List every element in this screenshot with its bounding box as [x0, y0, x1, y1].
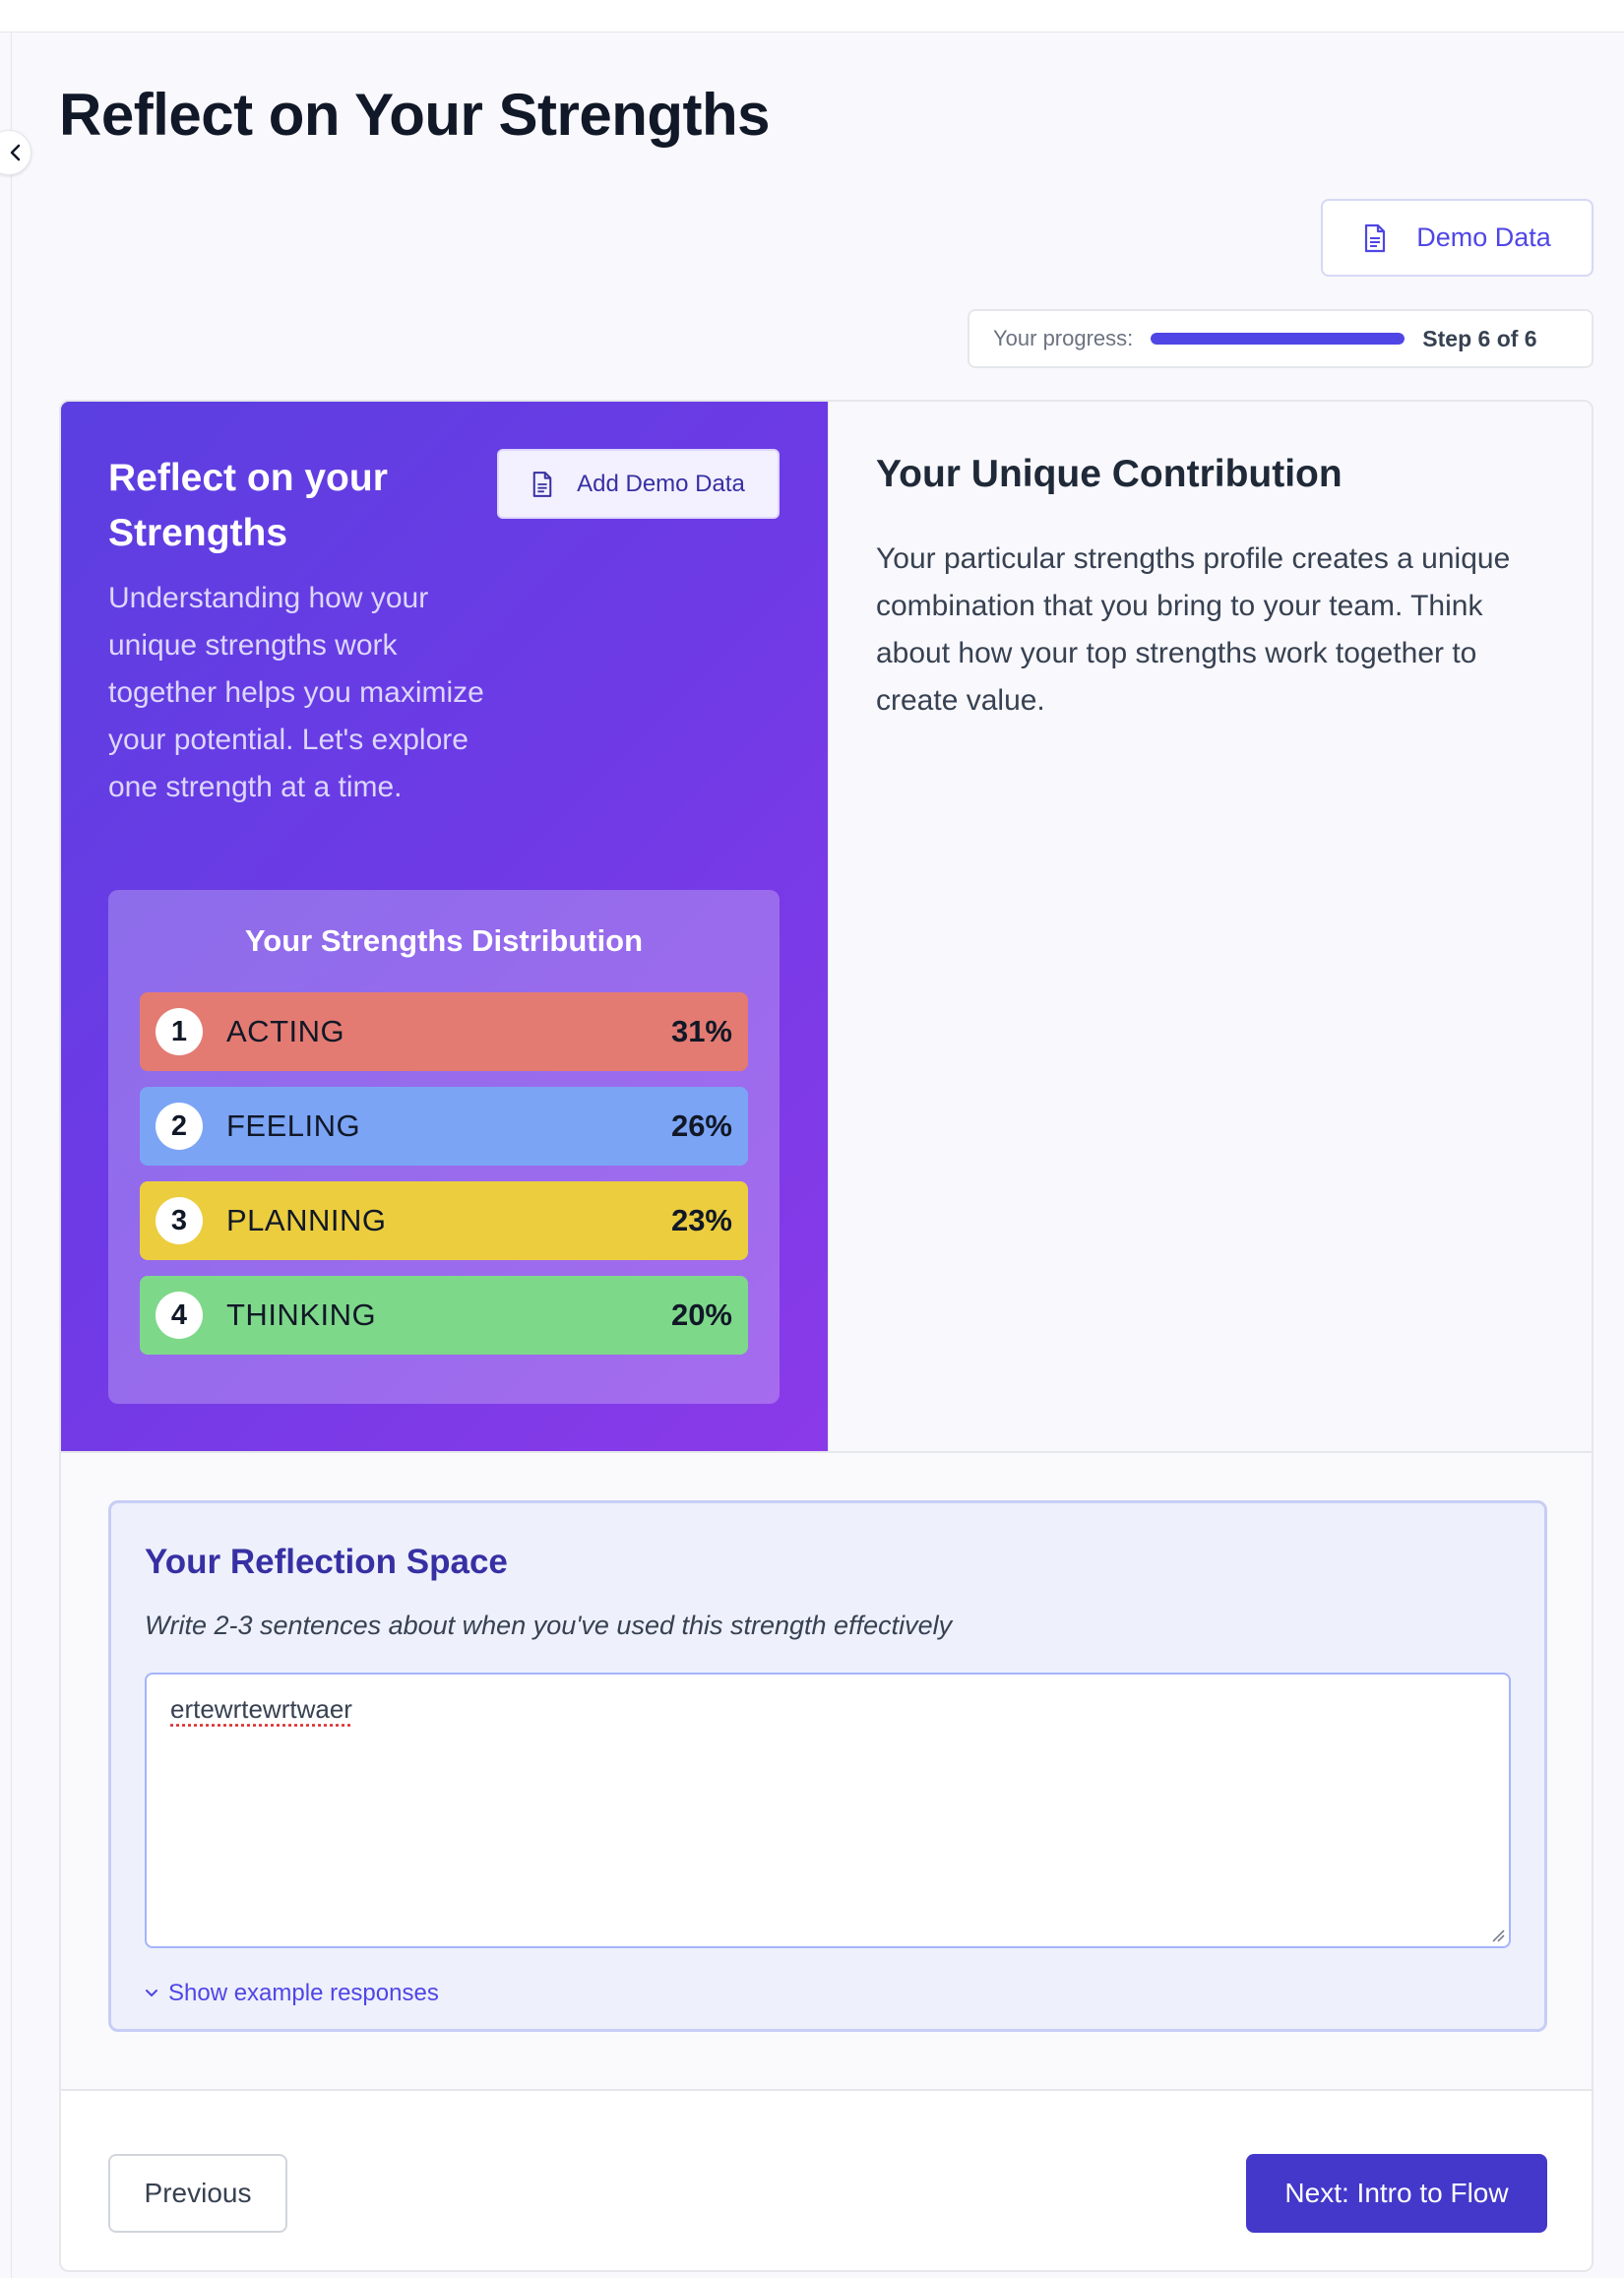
add-demo-data-button[interactable]: Add Demo Data: [497, 449, 780, 519]
demo-data-label: Demo Data: [1416, 222, 1551, 252]
strength-percent: 20%: [670, 1297, 732, 1332]
reflection-text: ertewrtewrtwaer: [170, 1694, 352, 1724]
document-icon: [532, 471, 552, 497]
strength-label: PLANNING: [226, 1203, 387, 1237]
document-icon: [1365, 223, 1386, 252]
strength-label: THINKING: [226, 1297, 377, 1332]
main-card: Reflect on your Strengths Add Demo Data …: [59, 400, 1593, 2272]
show-examples-toggle[interactable]: Show example responses: [145, 1980, 439, 2007]
progress-bar: [1151, 333, 1405, 345]
strength-row-acting: 1 ACTING 31%: [140, 992, 748, 1071]
strength-row-thinking: 4 THINKING 20%: [140, 1276, 748, 1355]
top-bar: [0, 0, 1624, 32]
strengths-distribution-panel: Your Strengths Distribution 1 ACTING 31%…: [108, 890, 780, 1404]
distribution-title: Your Strengths Distribution: [244, 923, 644, 958]
contribution-title: Your Unique Contribution: [876, 453, 1343, 495]
strength-percent: 23%: [670, 1203, 732, 1237]
reflection-section: Your Reflection Space Write 2-3 sentence…: [61, 1451, 1592, 2089]
next-button[interactable]: Next: Intro to Flow: [1246, 2154, 1547, 2233]
reflection-instructions: Write 2-3 sentences about when you've us…: [145, 1611, 953, 1640]
reflection-title: Your Reflection Space: [145, 1543, 508, 1581]
strength-percent: 31%: [670, 1014, 732, 1048]
strength-percent: 26%: [670, 1108, 732, 1143]
demo-data-button[interactable]: Demo Data: [1321, 199, 1593, 277]
show-examples-label: Show example responses: [168, 1980, 439, 2006]
hero-description: Understanding how your unique strengths …: [108, 582, 484, 803]
add-demo-data-label: Add Demo Data: [577, 470, 745, 497]
reflection-box: Your Reflection Space Write 2-3 sentence…: [108, 1500, 1547, 2032]
contribution-text: Your particular strengths profile create…: [876, 542, 1511, 717]
sidebar-toggle-button[interactable]: [0, 130, 31, 175]
previous-button[interactable]: Previous: [108, 2154, 287, 2233]
resize-handle-icon[interactable]: [1491, 1929, 1505, 1942]
strength-row-feeling: 2 FEELING 26%: [140, 1087, 748, 1166]
page-title: Reflect on Your Strengths: [59, 82, 771, 148]
hero-title: Reflect on your Strengths: [108, 457, 388, 554]
rank-badge: 2: [156, 1103, 203, 1150]
reflection-textarea[interactable]: ertewrtewrtwaer: [145, 1673, 1511, 1948]
rank-badge: 3: [156, 1197, 203, 1244]
chevron-down-icon: [146, 1990, 157, 1996]
progress-step-text: Step 6 of 6: [1422, 325, 1537, 351]
progress-label: Your progress:: [993, 326, 1134, 350]
rank-badge: 4: [156, 1292, 203, 1339]
strength-label: ACTING: [226, 1014, 345, 1048]
progress-indicator: Your progress: Step 6 of 6: [968, 309, 1593, 368]
unique-contribution-panel: Your Unique Contribution Your particular…: [828, 402, 1592, 1451]
strengths-hero-panel: Reflect on your Strengths Add Demo Data …: [61, 402, 828, 1451]
rank-badge: 1: [156, 1008, 203, 1055]
strength-label: FEELING: [226, 1108, 361, 1143]
navigation-footer: Previous Next: Intro to Flow: [61, 2089, 1592, 2270]
strength-row-planning: 3 PLANNING 23%: [140, 1181, 748, 1260]
sidebar-rail: [0, 32, 12, 2278]
progress-bar-fill: [1151, 333, 1405, 345]
chevron-left-icon: [10, 144, 21, 161]
